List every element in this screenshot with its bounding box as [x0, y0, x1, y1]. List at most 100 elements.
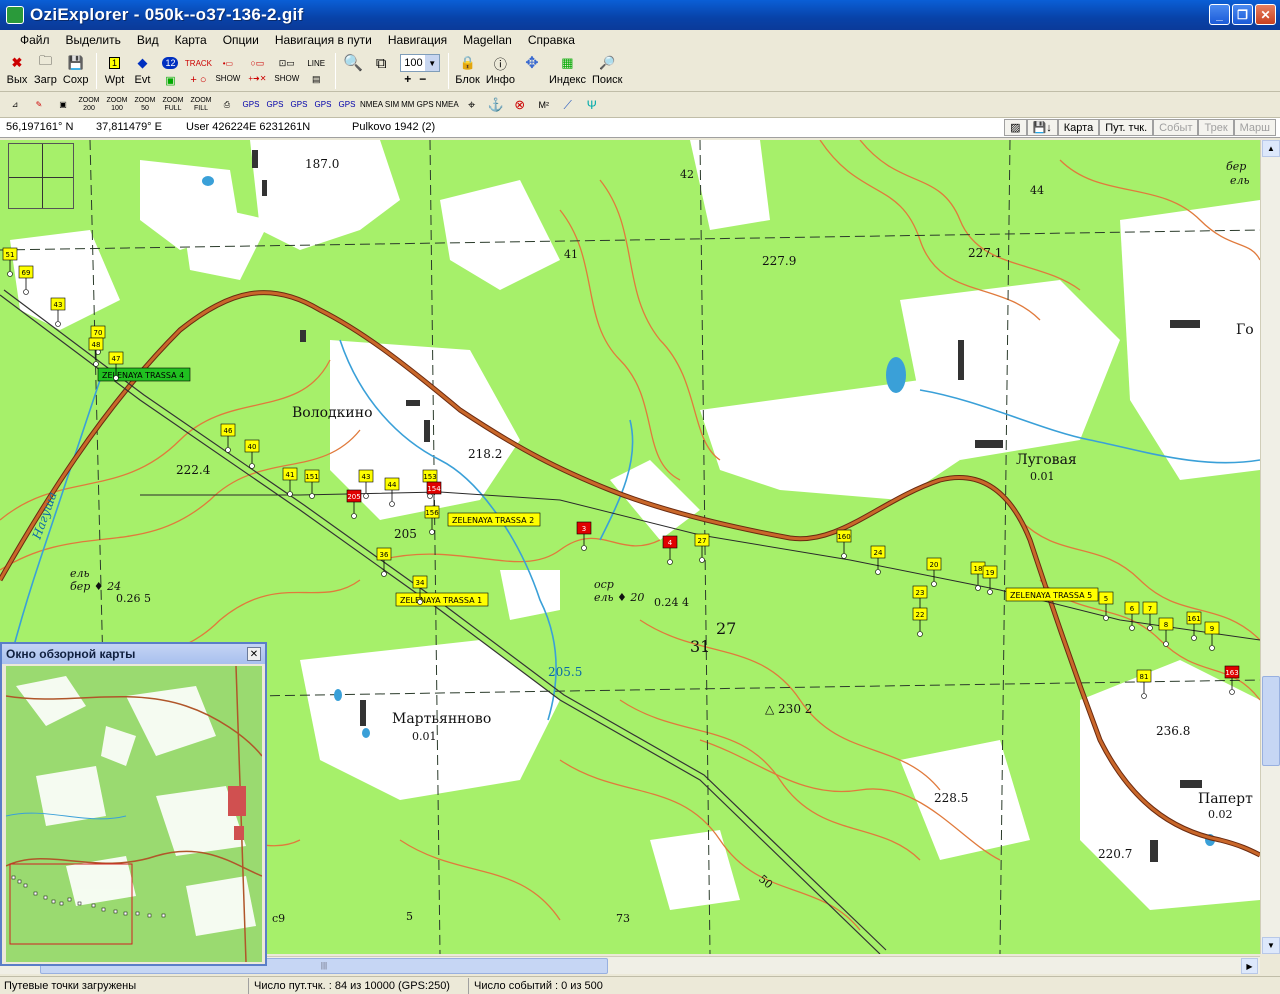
magnifier-button[interactable]: 🔍: [340, 50, 366, 73]
menu-navigation[interactable]: Навигация: [380, 33, 455, 47]
nmea-sim-button[interactable]: NMEA SIM: [360, 94, 399, 116]
tab-track[interactable]: Трек: [1198, 119, 1234, 136]
waypoint-marker[interactable]: 46: [220, 423, 236, 453]
waypoint-marker[interactable]: 156: [424, 505, 440, 535]
zoom-100-button[interactable]: ZOOM 100: [104, 94, 130, 116]
svg-text:227.1: 227.1: [968, 246, 1002, 260]
menu-help[interactable]: Справка: [520, 33, 583, 47]
menu-file[interactable]: Файл: [12, 33, 58, 47]
menu-select[interactable]: Выделить: [58, 33, 129, 47]
waypoint-marker[interactable]: 40: [244, 439, 260, 469]
svg-text:73: 73: [616, 912, 630, 925]
zoom-fill-button[interactable]: ZOOM FILL: [188, 94, 214, 116]
mm-gps-button[interactable]: MM GPS: [401, 94, 433, 116]
tab-waypoints[interactable]: Пут. тчк.: [1099, 119, 1154, 136]
overview-map[interactable]: [6, 666, 262, 962]
svg-text:44: 44: [1030, 184, 1044, 197]
nmea-button[interactable]: NMEA: [436, 94, 459, 116]
waypoint-marker[interactable]: 5: [1098, 591, 1114, 621]
overview-title: Окно обзорной карты: [2, 644, 265, 664]
pan-button[interactable]: ✥: [519, 50, 545, 73]
vertical-scrollbar[interactable]: ▲ ▼: [1260, 140, 1280, 954]
event-button[interactable]: ◆ Evt: [129, 50, 155, 86]
map-image-icon[interactable]: ▨: [1004, 119, 1027, 136]
save-button[interactable]: 💾 Сохр: [61, 50, 91, 86]
profile-icon[interactable]: ⟋: [557, 94, 579, 116]
edit-tool-icon[interactable]: ✎: [28, 94, 50, 116]
zoom-200-button[interactable]: ZOOM 200: [76, 94, 102, 116]
waypoint-marker[interactable]: 160: [836, 529, 852, 559]
track-show-button[interactable]: •▭ SHOW: [213, 50, 242, 84]
waypoint-marker[interactable]: 6: [1124, 601, 1140, 631]
exit-button[interactable]: ✖ Вых: [4, 50, 30, 86]
save-icon: 💾: [67, 55, 84, 70]
waypoint-marker[interactable]: 8: [1158, 617, 1174, 647]
waypoint-marker[interactable]: 7: [1142, 601, 1158, 631]
scroll-right-icon[interactable]: ▶: [1241, 958, 1258, 974]
place-volodkino: Володкино: [292, 405, 373, 421]
stop-icon[interactable]: ⊗: [509, 94, 531, 116]
waypoint-label: 205: [347, 493, 360, 501]
map-window-button[interactable]: ⧉: [368, 50, 394, 73]
zoom-plus-minus[interactable]: +−: [400, 72, 440, 86]
print-icon[interactable]: ⎙: [216, 94, 238, 116]
waypoint-marker[interactable]: 24: [870, 545, 886, 575]
route-button[interactable]: ○▭ +➜✕: [244, 50, 270, 84]
waypoint-marker[interactable]: 3: [576, 521, 592, 551]
waypoint-marker[interactable]: 22: [912, 607, 928, 637]
save-list-icon[interactable]: 💾↓: [1026, 119, 1058, 136]
waypoint-marker[interactable]: 4: [662, 535, 678, 565]
gps-upload-button[interactable]: GPS: [240, 94, 262, 116]
menu-magellan[interactable]: Magellan: [455, 33, 520, 47]
gps-download-button[interactable]: GPS: [312, 94, 334, 116]
waypoint-marker[interactable]: 161: [1186, 611, 1202, 641]
zoom-full-button[interactable]: ZOOM FULL: [160, 94, 186, 116]
lock-button[interactable]: 🔒 Блок: [453, 50, 482, 86]
zoom-50-button[interactable]: ZOOM 50: [132, 94, 158, 116]
minimize-icon[interactable]: _: [1209, 4, 1230, 25]
event-number-button[interactable]: 12 ▣: [157, 50, 183, 87]
waypoint-button[interactable]: 1 Wpt: [101, 50, 127, 86]
menu-map[interactable]: Карта: [167, 33, 215, 47]
menu-moving-map[interactable]: Навигация в пути: [267, 33, 380, 47]
scroll-down-icon[interactable]: ▼: [1262, 937, 1280, 954]
anchor-icon[interactable]: ⚓: [485, 94, 507, 116]
gps-track-button[interactable]: GPS: [288, 94, 310, 116]
waypoint-marker[interactable]: 9: [1204, 621, 1220, 651]
route-show-button[interactable]: ⊡▭ SHOW: [272, 50, 301, 84]
waypoint-marker[interactable]: 205: [346, 489, 362, 519]
index-button[interactable]: ▦ Индекс: [547, 50, 588, 86]
scroll-up-icon[interactable]: ▲: [1262, 140, 1280, 157]
overview-window[interactable]: Окно обзорной карты ✕: [0, 642, 267, 966]
waypoint-label: 24: [874, 549, 883, 557]
zoom-select[interactable]: 100 ▼: [400, 54, 441, 72]
waypoint-marker[interactable]: 27: [694, 533, 710, 563]
close-icon[interactable]: ✕: [1255, 4, 1276, 25]
tab-map[interactable]: Карта: [1057, 119, 1100, 136]
gps-route-button[interactable]: GPS: [264, 94, 286, 116]
magnifier-icon: 🔍: [343, 55, 364, 72]
antenna-icon[interactable]: Ψ: [581, 94, 603, 116]
line-button[interactable]: LINE ▤: [303, 50, 329, 85]
tab-route[interactable]: Марш: [1233, 119, 1276, 136]
track-button[interactable]: TRACK + ○: [184, 50, 213, 87]
map-tool-icon[interactable]: ⊿: [4, 94, 26, 116]
gps-events-button[interactable]: GPS: [336, 94, 358, 116]
tab-events[interactable]: Событ: [1153, 119, 1199, 136]
vertical-scroll-thumb[interactable]: [1262, 676, 1280, 766]
search-icon: 🔎: [599, 55, 616, 70]
waypoint-marker[interactable]: 19: [982, 565, 998, 595]
map-list-icon[interactable]: ▣: [52, 94, 74, 116]
area-icon[interactable]: M²: [533, 94, 555, 116]
waypoint-marker[interactable]: 36: [376, 547, 392, 577]
menu-options[interactable]: Опции: [215, 33, 267, 47]
load-button[interactable]: 🗀 Загр: [32, 50, 59, 86]
crosshair-icon[interactable]: ⌖: [461, 94, 483, 116]
maximize-icon[interactable]: ❐: [1232, 4, 1253, 25]
search-button[interactable]: 🔎 Поиск: [590, 50, 624, 86]
menu-view[interactable]: Вид: [129, 33, 167, 47]
close-icon[interactable]: ✕: [247, 647, 261, 661]
track-icon: TRACK: [184, 58, 213, 68]
waypoint-marker[interactable]: 20: [926, 557, 942, 587]
info-button[interactable]: ⓘ Инфо: [484, 50, 517, 87]
